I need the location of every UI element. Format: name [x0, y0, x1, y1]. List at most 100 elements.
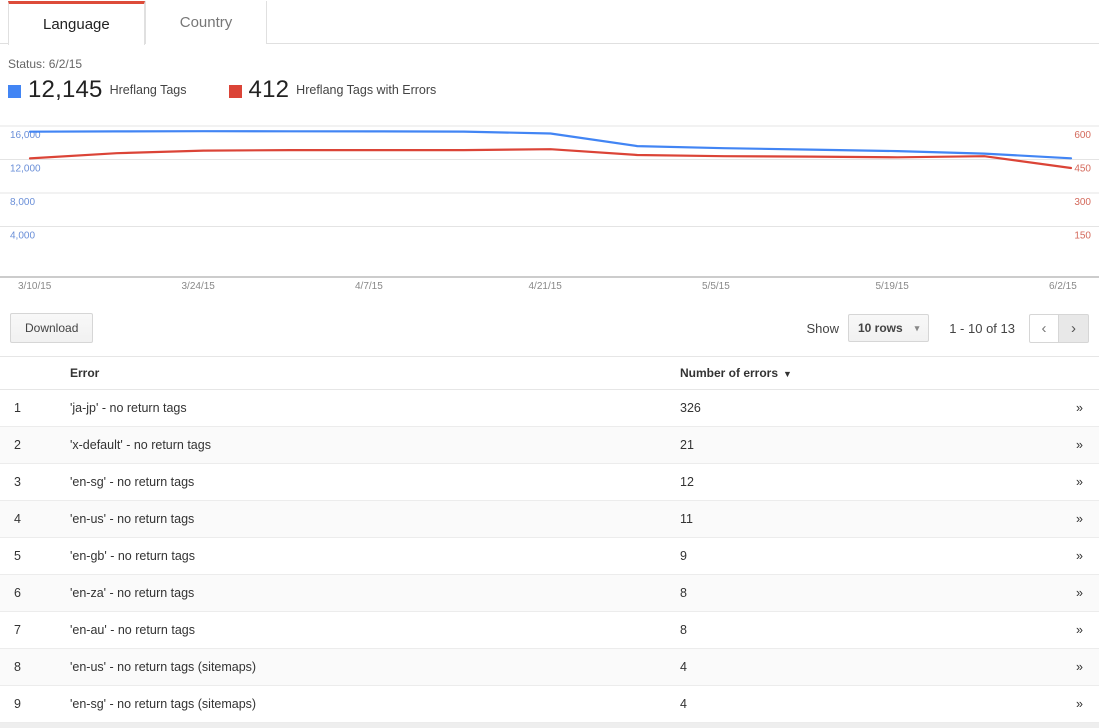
row-error-count: 4: [680, 685, 1030, 723]
column-header-number-of-errors[interactable]: Number of errors ▼: [680, 356, 1030, 390]
tab-country[interactable]: Country: [144, 1, 268, 44]
row-details-chevron-icon[interactable]: »: [1030, 537, 1099, 575]
row-error-description: 'en-gb' - no return tags: [70, 537, 680, 575]
row-index: 1: [0, 389, 70, 427]
row-error-description: 'en-us' - no return tags: [70, 500, 680, 538]
table-row[interactable]: 1'ja-jp' - no return tags 326»: [0, 389, 1099, 427]
row-index: 7: [0, 611, 70, 649]
row-error-description: 'x-default' - no return tags: [70, 426, 680, 464]
row-error-count: 4: [680, 648, 1030, 686]
row-index: 10: [0, 722, 70, 728]
table-row[interactable]: 9'en-sg' - no return tags (sitemaps) 4»: [0, 685, 1099, 723]
row-error-count: 3: [680, 722, 1030, 728]
x-axis-tick-2: 4/7/15: [355, 281, 383, 292]
row-error-description: 'ja-jp' - no return tags: [70, 389, 680, 427]
row-details-chevron-icon[interactable]: »: [1030, 611, 1099, 649]
row-error-description: 'en-za' - no return tags: [70, 574, 680, 612]
download-button[interactable]: Download: [10, 313, 94, 343]
legend-item-hreflang-tags-with-errors: 412 Hreflang Tags with Errors: [228, 76, 437, 103]
row-index: 8: [0, 648, 70, 686]
chevron-right-icon: ›: [1071, 319, 1076, 337]
status-text: Status: 6/2/15: [8, 57, 83, 71]
row-error-count: 8: [680, 574, 1030, 612]
legend-label-hreflang-tags: Hreflang Tags: [109, 83, 187, 97]
svg-text:450: 450: [1074, 164, 1091, 175]
table-toolbar: Download Show 10 rows ▾ 1 - 10 of 13 ‹ ›: [0, 312, 1099, 344]
column-header-error[interactable]: Error: [70, 356, 680, 390]
x-axis-tick-5: 5/19/15: [875, 281, 909, 292]
svg-text:8,000: 8,000: [10, 197, 35, 208]
row-details-chevron-icon[interactable]: »: [1030, 574, 1099, 612]
rows-per-page-value: 10 rows: [857, 321, 903, 335]
row-details-chevron-icon[interactable]: »: [1030, 722, 1099, 728]
table-row[interactable]: 2'x-default' - no return tags 21»: [0, 426, 1099, 464]
row-details-chevron-icon[interactable]: »: [1030, 463, 1099, 501]
table-row[interactable]: 7'en-au' - no return tags 8»: [0, 611, 1099, 649]
table-row[interactable]: 8'en-us' - no return tags (sitemaps) 4»: [0, 648, 1099, 686]
row-details-chevron-icon[interactable]: »: [1030, 389, 1099, 427]
rows-per-page-select[interactable]: 10 rows ▾: [847, 314, 930, 342]
row-error-count: 12: [680, 463, 1030, 501]
column-header-index: [0, 356, 70, 390]
chart-x-axis-labels: 3/10/15 3/24/15 4/7/15 4/21/15 5/5/15 5/19/15…: [0, 278, 1099, 298]
row-error-count: 9: [680, 537, 1030, 575]
svg-text:600: 600: [1074, 130, 1091, 141]
row-details-chevron-icon[interactable]: »: [1030, 648, 1099, 686]
errors-table: Error Number of errors ▼ 1'ja-jp' - no re…: [0, 356, 1099, 728]
table-row[interactable]: 10'en-au' - no return tags (sitemaps)3»: [0, 722, 1099, 728]
row-details-chevron-icon[interactable]: »: [1030, 500, 1099, 538]
row-error-description: 'en-sg' - no return tags: [70, 463, 680, 501]
row-error-count: 326: [680, 389, 1030, 427]
column-header-count-label: Number of errors: [680, 366, 779, 380]
legend-item-hreflang-tags: 12,145 Hreflang Tags: [8, 78, 187, 102]
pagination-range: 1 - 10 of 13: [949, 320, 1015, 336]
legend-swatch-blue: [8, 84, 21, 98]
column-header-error-label: Error: [70, 366, 100, 380]
table-row[interactable]: 6'en-za' - no return tags 8»: [0, 574, 1099, 612]
row-index: 6: [0, 574, 70, 612]
pagination-controls: ‹ ›: [1029, 313, 1089, 343]
table-header-row: Error Number of errors ▼: [0, 356, 1099, 390]
column-header-actions: [1030, 356, 1099, 390]
row-error-count: 21: [680, 426, 1030, 464]
hreflang-trend-chart: 16,000 600 12,000 450 8,000 300 4,000 150: [0, 118, 1099, 278]
table-row[interactable]: 4'en-us' - no return tags 11»: [0, 500, 1099, 538]
errors-table-head: Error Number of errors ▼: [0, 356, 1099, 390]
legend-value-hreflang-errors: 412: [248, 76, 290, 103]
row-index: 4: [0, 500, 70, 538]
row-error-count: 8: [680, 611, 1030, 649]
row-details-chevron-icon[interactable]: »: [1030, 426, 1099, 464]
svg-text:4,000: 4,000: [10, 231, 35, 242]
table-row[interactable]: 5'en-gb' - no return tags 9»: [0, 537, 1099, 575]
show-label: Show: [806, 320, 839, 336]
sort-descending-icon: ▼: [783, 369, 792, 379]
legend-swatch-red: [228, 84, 242, 98]
x-axis-tick-6: 6/2/15: [1049, 281, 1077, 292]
x-axis-tick-3: 4/21/15: [528, 281, 562, 292]
legend-label-hreflang-errors: Hreflang Tags with Errors: [296, 83, 437, 97]
table-row[interactable]: 3'en-sg' - no return tags 12»: [0, 463, 1099, 501]
row-index: 5: [0, 537, 70, 575]
row-index: 9: [0, 685, 70, 723]
chart-canvas: 16,000 60012,000 4508,000 3004,000 150: [0, 125, 1099, 278]
row-index: 2: [0, 426, 70, 464]
x-axis-tick-1: 3/24/15: [181, 281, 215, 292]
x-axis-tick-0: 3/10/15: [18, 281, 52, 292]
chevron-left-icon: ‹: [1041, 319, 1047, 337]
x-axis-tick-4: 5/5/15: [702, 281, 730, 292]
legend-value-hreflang-tags: 12,145: [28, 76, 103, 103]
previous-page-button[interactable]: ‹: [1029, 313, 1059, 343]
row-error-description: 'en-au' - no return tags: [70, 611, 680, 649]
row-index: 3: [0, 463, 70, 501]
next-page-button[interactable]: ›: [1059, 313, 1089, 343]
row-error-count: 11: [680, 500, 1030, 538]
tab-language[interactable]: Language: [8, 1, 145, 46]
legend: 12,145 Hreflang Tags 412 Hreflang Tags w…: [8, 78, 1099, 102]
svg-text:12,000: 12,000: [10, 164, 41, 175]
row-error-description: 'en-sg' - no return tags (sitemaps): [70, 685, 680, 723]
row-error-description: 'en-au' - no return tags (sitemaps): [70, 722, 680, 728]
tab-country-label: Country: [179, 14, 233, 31]
tab-bar: Language Country: [0, 0, 1099, 46]
row-details-chevron-icon[interactable]: »: [1030, 685, 1099, 723]
tab-language-label: Language: [43, 16, 110, 33]
